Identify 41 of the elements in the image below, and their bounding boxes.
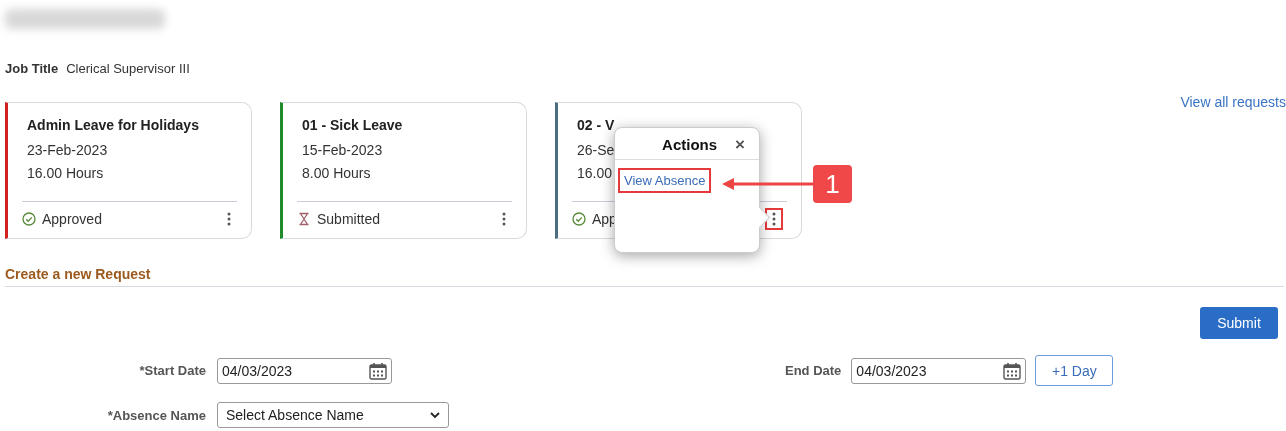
status-text: Approved — [42, 211, 102, 227]
calendar-icon — [1003, 361, 1022, 380]
more-options-button[interactable] — [767, 210, 781, 228]
request-card[interactable]: 01 - Sick Leave 15-Feb-2023 8.00 Hours Submitted — [280, 102, 527, 239]
close-button[interactable]: × — [735, 136, 745, 153]
kebab-icon — [227, 212, 231, 226]
job-title-label: Job Title — [5, 61, 59, 76]
section-title: Create a new Request — [5, 266, 152, 282]
card-date: 15-Feb-2023 — [302, 142, 383, 158]
absence-name-dropdown[interactable]: Select Absence Name — [217, 402, 449, 428]
card-date: 23-Feb-2023 — [27, 142, 108, 158]
start-date-label: *Start Date — [138, 363, 206, 378]
card-title: 02 - V — [577, 117, 615, 135]
absence-name-label: *Absence Name — [106, 407, 206, 423]
card-hours: 16.00 — [577, 165, 613, 181]
date-input[interactable]: 04/03/2023 — [222, 362, 362, 379]
end-date-field[interactable]: 04/03/2023 — [851, 357, 1027, 384]
kebab-icon — [502, 212, 506, 226]
card-title: Admin Leave for Holidays — [27, 117, 199, 135]
hourglass-icon — [297, 212, 311, 226]
card-hours: 16.00 Hours — [27, 165, 104, 181]
card-hours: 8.00 Hours — [302, 165, 371, 181]
view-all-requests-link[interactable]: View all requests — [1180, 94, 1286, 110]
request-card[interactable]: Admin Leave for Holidays 23-Feb-2023 16.00 Hours Approved — [5, 102, 252, 239]
job-title-value: Clerical Supervisor III — [66, 61, 190, 76]
status-text: Submitted — [317, 211, 381, 227]
check-circle-icon — [572, 212, 586, 226]
popup-title: Actions — [662, 136, 718, 153]
date-input[interactable]: 04/03/2023 — [856, 362, 997, 379]
view-absence-link[interactable]: View Absence — [620, 170, 710, 191]
kebab-icon — [772, 212, 776, 226]
submit-button[interactable]: Submit — [1200, 307, 1278, 339]
card-title: 01 - Sick Leave — [302, 117, 403, 135]
start-date-field[interactable]: 04/03/2023 — [217, 357, 392, 384]
card-date: 26-Se — [577, 142, 615, 158]
calendar-icon — [369, 361, 387, 380]
check-circle-icon — [22, 212, 36, 226]
plus-one-day-button[interactable]: +1 Day — [1035, 355, 1114, 386]
callout-badge: 1 — [813, 165, 852, 203]
chevron-down-icon — [430, 411, 440, 419]
end-date-label: End Date — [785, 363, 842, 378]
